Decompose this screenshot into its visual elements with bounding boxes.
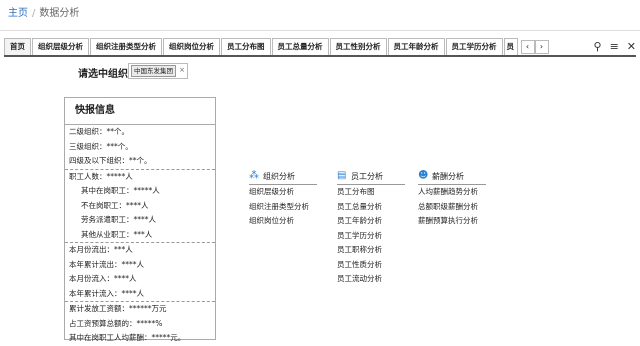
tab-org-post[interactable]: 组织岗位分析 [163,38,220,55]
breadcrumb-separator: / [32,8,36,19]
link-salary-budget[interactable]: 薪酬预算执行分析 [418,214,486,229]
info-month-outflow: 本月份流出：***人 [65,242,215,258]
info-wage-total: 累计发放工资额：******万元 [65,301,215,317]
tab-staff-education[interactable]: 员工学历分析 [445,38,503,55]
staff-card-icon: ▤ [337,170,347,181]
link-org-register-type[interactable]: 组织注册类型分析 [249,200,317,215]
tab-staff-total[interactable]: 员工总量分析 [271,38,329,55]
info-level3-org: 三级组织：***个。 [69,141,133,151]
breadcrumb-home-link[interactable]: 主页 [8,8,28,19]
tab-prev-button[interactable]: ‹ [520,40,535,54]
category-staff-title: ▤ 员工分析 [337,170,405,185]
category-salary-title: ☻ 薪酬分析 [418,170,486,185]
category-staff-analysis: ▤ 员工分析 员工分布图 员工总量分析 员工年龄分析 员工学历分析 员工职称分析 … [337,170,405,287]
toolbar: ⚲ ≡ ✕ [594,40,637,53]
info-year-outflow: 本年累计流出：****人 [69,259,144,269]
menu-icon[interactable]: ≡ [610,40,619,53]
link-staff-distribution[interactable]: 员工分布图 [337,185,405,200]
org-chip[interactable]: 中国东发集团 [131,65,176,77]
close-icon[interactable]: ✕ [627,40,636,53]
link-staff-title[interactable]: 员工职称分析 [337,243,405,258]
tab-staff-age[interactable]: 员工年龄分析 [387,38,445,55]
org-select-input[interactable]: 中国东发集团 × [128,63,188,79]
tab-bar: 首页 组织层级分析 组织注册类型分析 组织岗位分析 员工分布图 员工总量分析 员… [4,38,636,57]
quick-info-panel: 快报信息 二级组织：**个。 三级组织：***个。 四级及以下组织：**个。 职… [64,97,216,342]
header-divider [0,30,640,31]
info-staff-dispatch: 劳务派遣职工：****人 [81,215,156,224]
tab-staff-gender[interactable]: 员工性别分析 [329,38,387,55]
link-staff-flow[interactable]: 员工流动分析 [337,272,405,287]
info-staff-offpost: 不在岗职工：****人 [81,200,149,210]
info-wage-per-capita: 其中在岗职工人均薪酬：*****元。 [69,333,186,342]
tab-overflow[interactable]: 员 [503,38,518,55]
info-level2-org: 二级组织：**个。 [69,127,129,136]
link-salary-grade[interactable]: 总额职级薪酬分析 [418,200,486,215]
info-month-inflow: 本月份流入：****人 [69,274,137,283]
tab-staff-distribution[interactable]: 员工分布图 [221,38,271,55]
tab-home[interactable]: 首页 [4,38,31,55]
org-chart-icon: ⁂ [249,170,259,181]
link-staff-total[interactable]: 员工总量分析 [337,200,405,215]
tab-nav: ‹ › [520,38,549,55]
org-select-label: 请选中组织 [78,69,128,80]
tab-org-register-type[interactable]: 组织注册类型分析 [90,38,162,55]
chip-remove-icon[interactable]: × [179,66,185,74]
info-year-inflow: 本年累计流入：****人 [69,288,144,298]
link-org-level[interactable]: 组织层级分析 [249,185,317,200]
link-salary-trend[interactable]: 人均薪酬趋势分析 [418,185,486,200]
person-icon: ☻ [418,170,429,181]
filter-icon[interactable]: ⚲ [594,40,602,53]
quick-info-title: 快报信息 [65,98,215,125]
link-staff-education[interactable]: 员工学历分析 [337,229,405,244]
info-staff-onpost: 其中在岗职工：*****人 [81,186,160,195]
link-staff-age[interactable]: 员工年龄分析 [337,214,405,229]
tab-org-level[interactable]: 组织层级分析 [32,38,89,55]
info-level4-org: 四级及以下组织：**个。 [69,156,152,165]
category-salary-analysis: ☻ 薪酬分析 人均薪酬趋势分析 总额职级薪酬分析 薪酬预算执行分析 [418,170,486,229]
category-org-title: ⁂ 组织分析 [249,170,317,185]
category-org-analysis: ⁂ 组织分析 组织层级分析 组织注册类型分析 组织岗位分析 [249,170,317,229]
link-org-post[interactable]: 组织岗位分析 [249,214,317,229]
info-staff-other: 其他从业职工：***人 [81,229,153,239]
link-staff-nature[interactable]: 员工性质分析 [337,258,405,273]
tab-next-button[interactable]: › [534,40,549,54]
breadcrumb-current: 数据分析 [39,8,80,19]
info-staff-total: 职工人数：*****人 [65,168,215,185]
info-wage-budget-ratio: 占工资预算总额的：*****% [69,318,163,328]
breadcrumb: 主页 / 数据分析 [8,6,79,22]
